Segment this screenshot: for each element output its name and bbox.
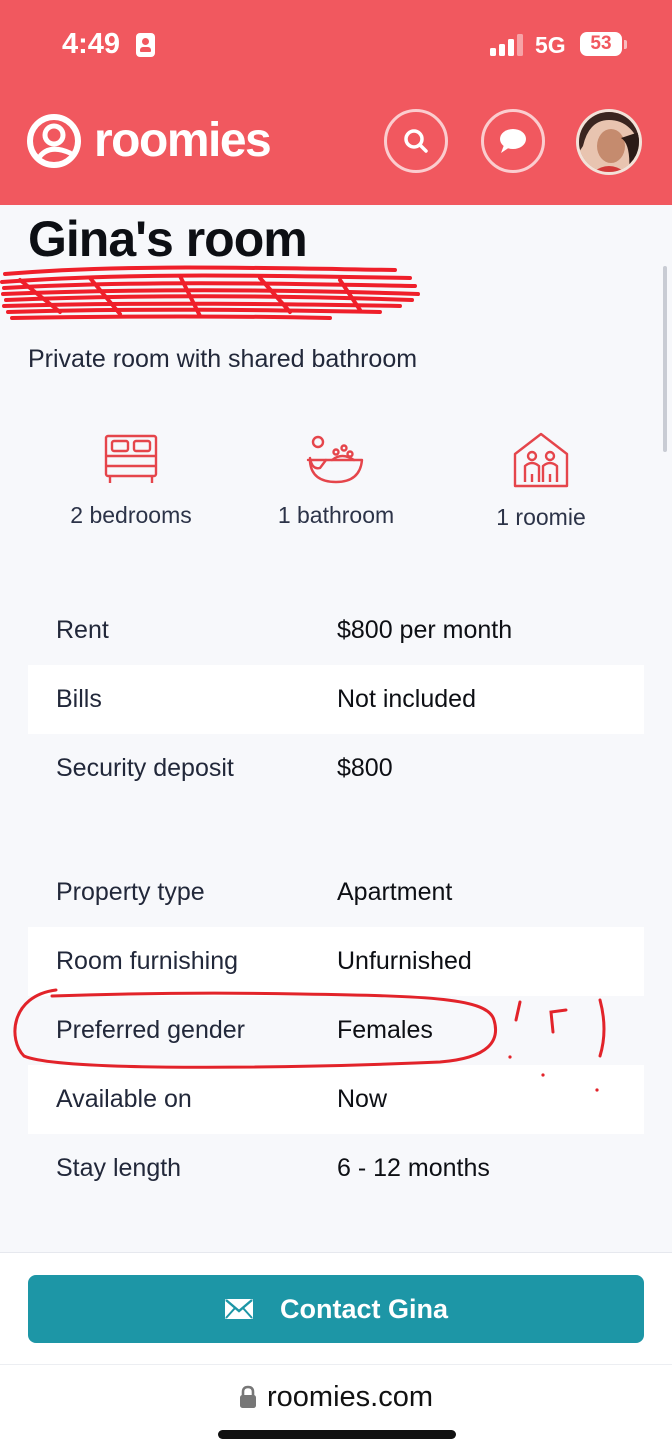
feature-label: 1 roomie: [496, 504, 586, 530]
table-row: Security deposit $800: [28, 734, 644, 803]
row-value: 6 - 12 months: [337, 1154, 490, 1182]
row-label: Room furnishing: [56, 947, 239, 975]
row-label: Rent: [56, 616, 109, 644]
details-table: Property type Apartment Room furnishing …: [28, 858, 644, 1203]
house-people-icon: [513, 432, 569, 488]
row-value: Now: [337, 1085, 388, 1113]
row-value: Females: [337, 1016, 433, 1044]
contact-button-label: Contact Gina: [279, 1293, 448, 1324]
feature-bathrooms: 1 bathroom: [236, 430, 436, 529]
row-label: Security deposit: [56, 754, 234, 782]
row-label: Bills: [56, 685, 102, 713]
feature-bedrooms: 2 bedrooms: [31, 430, 231, 529]
room-type: Private room with shared bathroom: [28, 345, 418, 373]
envelope-icon: [224, 1298, 254, 1320]
url-text[interactable]: roomies.com: [267, 1381, 433, 1413]
redaction-scribble: [0, 265, 420, 320]
table-row: Preferred gender Females: [28, 996, 644, 1065]
table-row: Room furnishing Unfurnished: [28, 927, 644, 996]
search-button[interactable]: [384, 109, 448, 173]
table-row: Rent $800 per month: [28, 596, 644, 665]
table-row: Stay length 6 - 12 months: [28, 1134, 644, 1203]
row-value: Unfurnished: [337, 947, 472, 975]
feature-roomies: 1 roomie: [441, 430, 641, 531]
signal-icon: [490, 34, 526, 56]
avatar[interactable]: [576, 109, 642, 175]
row-value: Apartment: [337, 878, 453, 906]
row-label: Property type: [56, 878, 205, 906]
scrollbar[interactable]: [663, 266, 667, 452]
table-row: Bills Not included: [28, 665, 644, 734]
row-value: Not included: [337, 685, 476, 713]
lock-icon: [240, 1385, 256, 1408]
messages-button[interactable]: [481, 109, 545, 173]
cost-table: Rent $800 per month Bills Not included S…: [28, 596, 644, 803]
network-label: 5G: [535, 32, 566, 58]
home-indicator[interactable]: [218, 1430, 456, 1439]
roomies-logo-icon[interactable]: [26, 113, 82, 169]
table-row: Available on Now: [28, 1065, 644, 1134]
status-time: 4:49: [62, 28, 121, 60]
battery-indicator: 53: [580, 32, 622, 56]
contact-button[interactable]: Contact Gina: [28, 1275, 644, 1343]
row-label: Preferred gender: [56, 1016, 246, 1044]
battery-tip: [624, 40, 627, 49]
browser-url-bar[interactable]: roomies.com: [0, 1364, 672, 1455]
row-value: $800: [337, 754, 393, 782]
id-card-icon: [136, 33, 155, 57]
table-row: Property type Apartment: [28, 858, 644, 927]
brand-name[interactable]: roomies: [94, 113, 272, 168]
row-value: $800 per month: [337, 616, 513, 644]
profile-photo: [579, 112, 639, 172]
feature-label: 1 bathroom: [277, 502, 395, 528]
chat-icon: [500, 129, 526, 153]
bed-icon: [104, 434, 158, 483]
bathtub-icon: [306, 435, 364, 484]
search-icon: [404, 129, 428, 153]
row-label: Stay length: [56, 1154, 182, 1182]
row-label: Available on: [56, 1085, 192, 1113]
feature-label: 2 bedrooms: [70, 502, 192, 528]
